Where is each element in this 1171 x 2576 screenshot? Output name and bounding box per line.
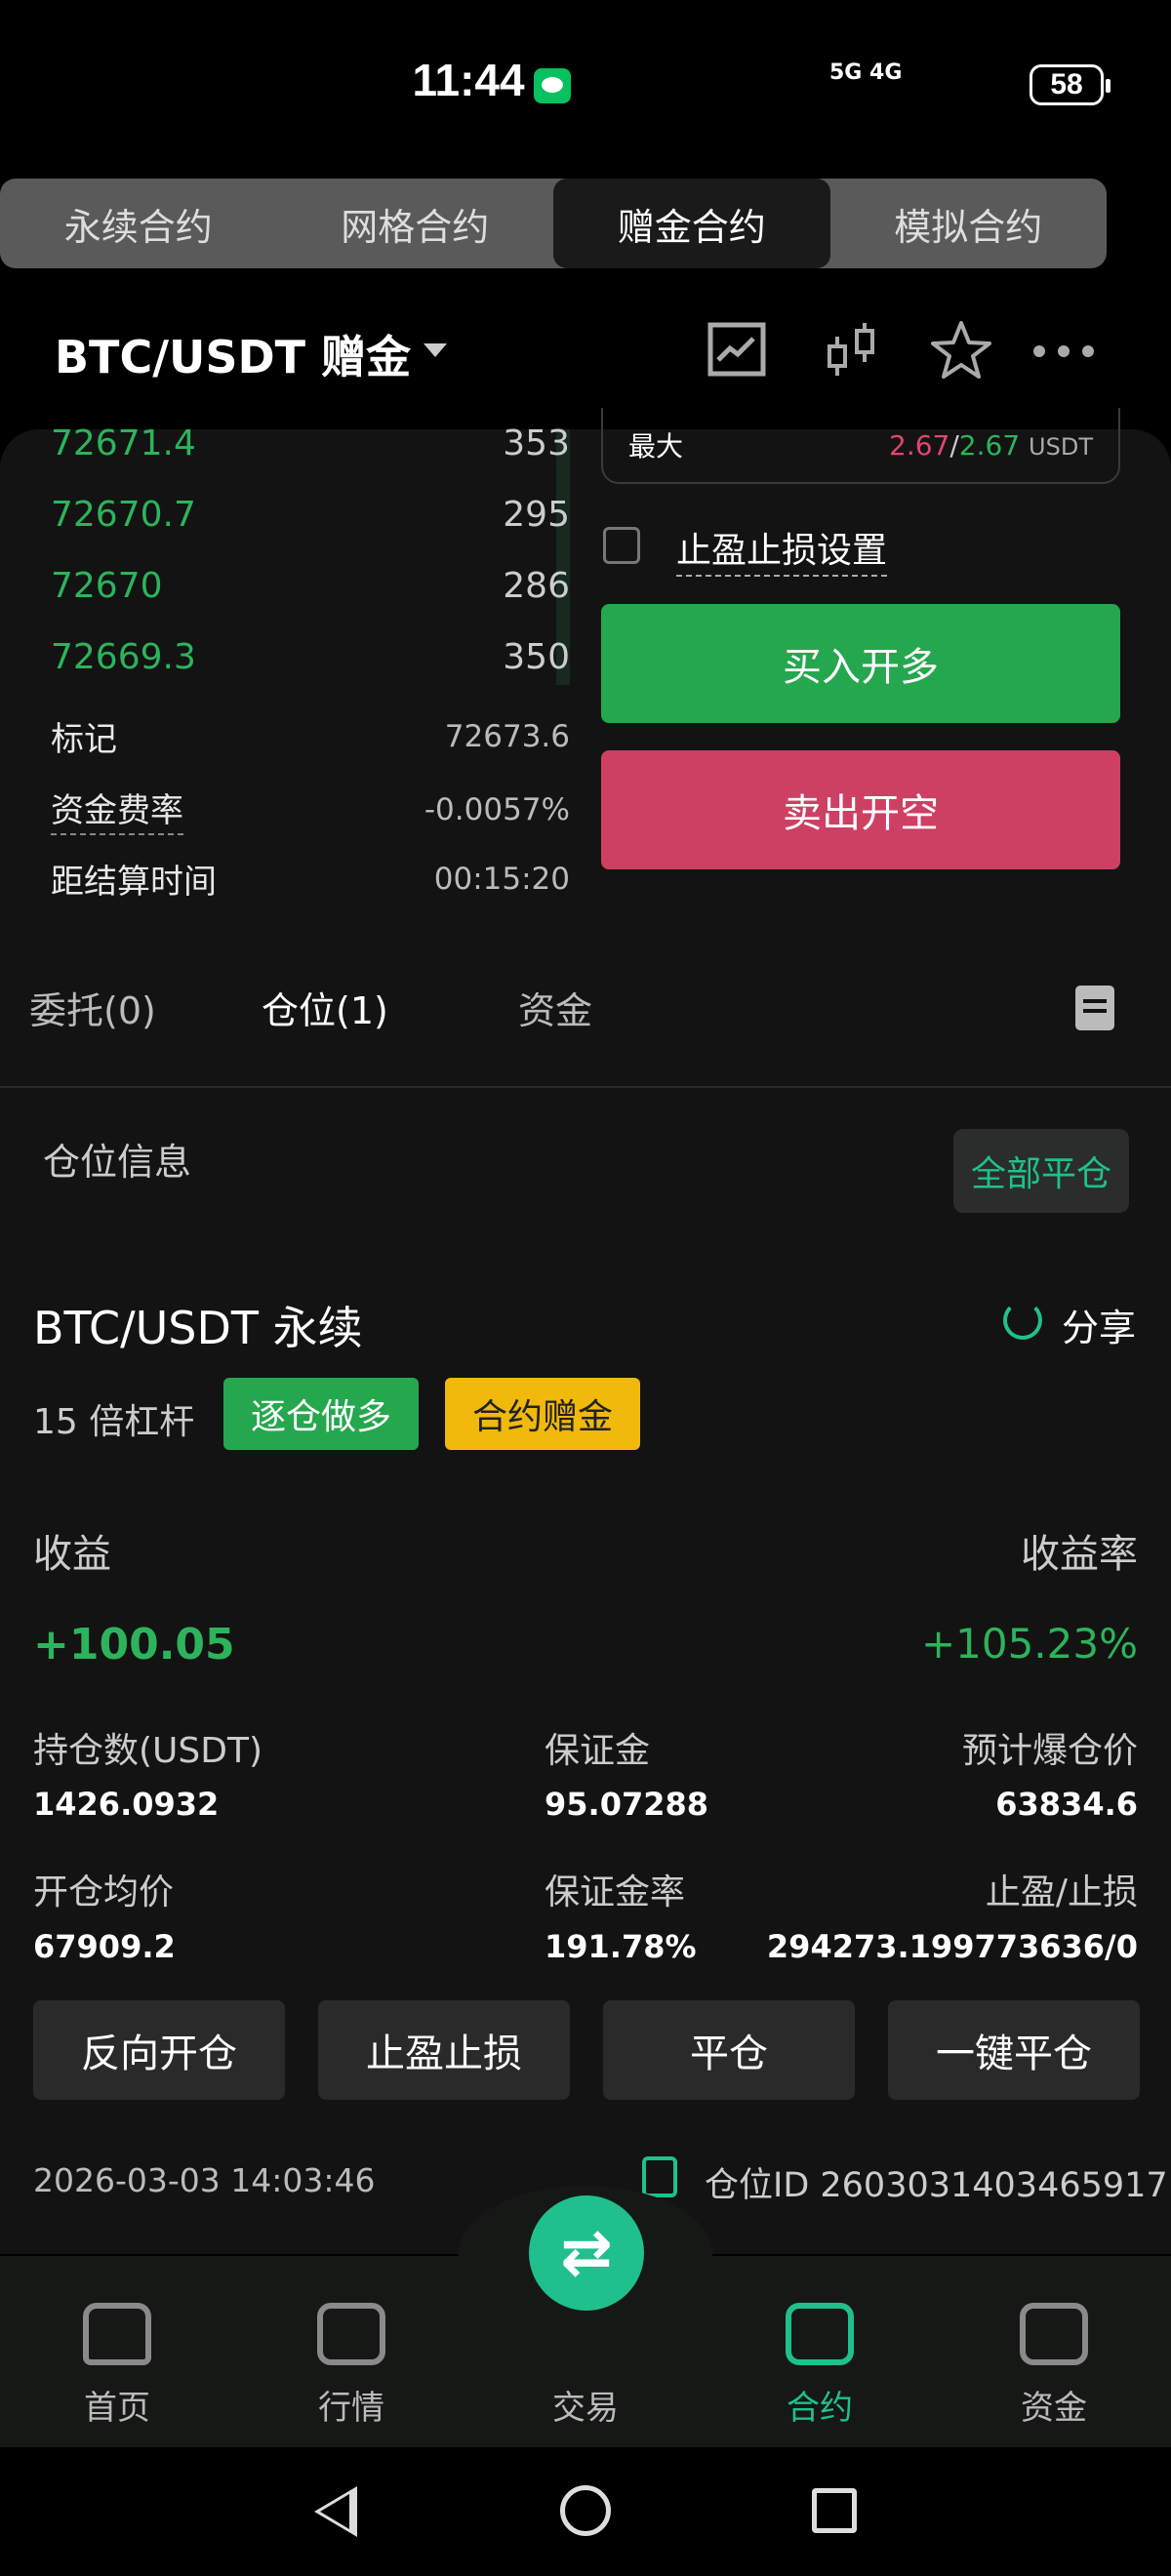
bonus-badge: 合约赠金 — [445, 1378, 640, 1450]
chart-icon[interactable] — [705, 317, 773, 385]
home-circle-icon[interactable] — [560, 2485, 611, 2536]
more-icon[interactable] — [1030, 317, 1098, 385]
wallet-icon — [1020, 2303, 1088, 2365]
tab-bonus[interactable]: 赠金合约 — [553, 179, 830, 268]
tpsl-value: 294273.199773636/0 — [766, 1928, 1138, 1965]
tab-grid[interactable]: 网格合约 — [277, 179, 554, 268]
pnl-value: +100.05 — [33, 1620, 235, 1670]
size-label: 持仓数(USDT) — [33, 1731, 263, 1771]
tpsl-settings-label[interactable]: 止盈止损设置 — [676, 522, 888, 577]
roe-value: +105.23% — [920, 1620, 1138, 1668]
list-icon[interactable] — [1075, 986, 1114, 1030]
funding-rate-row[interactable]: 资金费率 -0.0057% — [51, 784, 570, 835]
battery-indicator: 58 — [1030, 64, 1110, 105]
entry-price-value: 67909.2 — [33, 1928, 176, 1965]
copy-id-icon[interactable] — [642, 2156, 677, 2197]
close-all-button[interactable]: 全部平仓 — [953, 1129, 1129, 1213]
position-info-label: 仓位信息 — [43, 1141, 192, 1184]
nav-market[interactable]: 行情 — [234, 2303, 468, 2429]
leverage-label: 15 倍杠杆 — [33, 1402, 195, 1442]
tab-demo[interactable]: 模拟合约 — [830, 179, 1108, 268]
roe-label: 收益率 — [1021, 1532, 1138, 1577]
buy-long-button[interactable]: 买入开多 — [601, 604, 1120, 723]
share-button[interactable]: 分享 — [1062, 1298, 1136, 1351]
margin-label: 保证金 — [545, 1731, 651, 1771]
nav-home[interactable]: 首页 — [0, 2303, 234, 2429]
mark-price-row: 标记 72673.6 — [51, 718, 570, 760]
entry-price-label: 开仓均价 — [33, 1872, 175, 1912]
max-amount-values: 2.67/2.67 USDT — [889, 428, 1093, 462]
home-icon — [83, 2303, 151, 2365]
pair-selector[interactable]: BTC/USDT 赠金 — [55, 322, 411, 386]
caret-down-icon[interactable] — [424, 343, 447, 357]
margin-ratio-label: 保证金率 — [545, 1872, 686, 1912]
liq-price-value: 63834.6 — [995, 1786, 1138, 1823]
position-time: 2026-03-03 14:03:46 — [33, 2161, 376, 2199]
order-book-row[interactable]: 72669.3 350 — [51, 622, 570, 692]
tpsl-value-label: 止盈/止损 — [985, 1872, 1138, 1912]
recent-apps-icon[interactable] — [812, 2488, 857, 2533]
close-position-button[interactable]: 平仓 — [603, 2000, 855, 2100]
order-book-row[interactable]: 72671.4 353 — [51, 408, 570, 478]
liq-price-label: 预计爆仓价 — [961, 1731, 1138, 1771]
size-value: 1426.0932 — [33, 1786, 220, 1823]
tab-perpetual[interactable]: 永续合约 — [0, 179, 277, 268]
candlestick-icon[interactable] — [818, 317, 886, 385]
max-amount-box: 最大 2.67/2.67 USDT — [601, 408, 1120, 484]
nav-trade[interactable]: 交易 — [468, 2303, 703, 2429]
status-clock: 11:44 — [412, 55, 525, 105]
tab-orders[interactable]: 委托(0) — [29, 981, 156, 1034]
tpsl-button[interactable]: 止盈止损 — [318, 2000, 570, 2100]
star-icon[interactable] — [927, 317, 995, 385]
pnl-label: 收益 — [33, 1532, 111, 1577]
tpsl-checkbox[interactable] — [603, 527, 640, 564]
order-book-row[interactable]: 72670.7 295 — [51, 479, 570, 549]
swap-icon[interactable]: ⇄ — [529, 2195, 644, 2311]
settlement-time-row: 距结算时间 00:15:20 — [51, 861, 570, 903]
contract-type-tabs: 永续合约 网格合约 赠金合约 模拟合约 — [0, 179, 1107, 268]
share-icon[interactable] — [1003, 1301, 1042, 1340]
nav-contract[interactable]: 合约 — [703, 2303, 937, 2429]
reverse-position-button[interactable]: 反向开仓 — [33, 2000, 285, 2100]
margin-ratio-value: 191.78% — [545, 1928, 697, 1965]
market-icon — [317, 2303, 385, 2365]
order-book-row[interactable]: 72670 286 — [51, 550, 570, 621]
wechat-icon — [534, 68, 571, 103]
divider — [0, 1086, 1171, 1088]
signal-indicator: 5G 4G — [829, 60, 903, 85]
tab-positions[interactable]: 仓位(1) — [262, 981, 388, 1034]
quick-close-button[interactable]: 一键平仓 — [888, 2000, 1140, 2100]
position-pair: BTC/USDT 永续 — [33, 1302, 363, 1354]
nav-assets[interactable]: 资金 — [937, 2303, 1171, 2429]
contract-icon — [786, 2303, 854, 2365]
tab-assets[interactable]: 资金 — [518, 981, 592, 1034]
sell-short-button[interactable]: 卖出开空 — [601, 750, 1120, 869]
position-id[interactable]: 仓位ID 2603031403465917 — [705, 2157, 1168, 2207]
back-icon[interactable] — [314, 2486, 357, 2537]
isolated-long-badge: 逐仓做多 — [223, 1378, 419, 1450]
margin-value: 95.07288 — [545, 1786, 709, 1823]
